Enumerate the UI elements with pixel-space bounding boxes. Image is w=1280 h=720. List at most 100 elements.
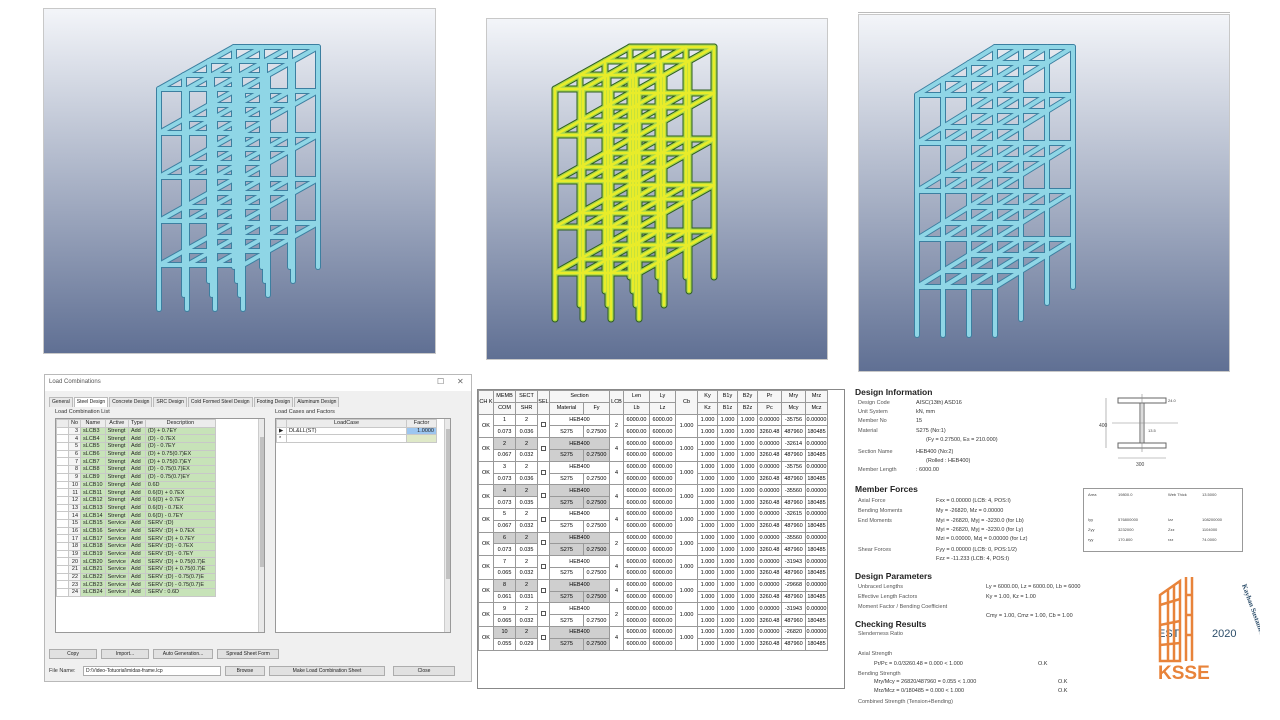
steel-pc-cell[interactable]: 3260.48 [757,637,782,651]
steel-b2z-cell[interactable]: 1.000 [737,425,758,439]
import-button[interactable]: Import... [101,649,149,659]
type-cell[interactable]: Add [127,426,146,436]
description-cell[interactable]: SERV :(D) - 0.7EX [144,542,216,551]
type-cell[interactable]: Add [127,557,146,567]
steel-mcz-cell[interactable]: 180485 [805,614,828,627]
steel-b2y-cell[interactable]: 1.000 [737,484,758,498]
steel-fy-cell[interactable]: 0.27500 [583,590,610,604]
steel-material-cell[interactable]: S275 [549,614,584,627]
steel-com-cell[interactable]: 0.065 [493,614,516,627]
steel-mry-cell[interactable]: -35560 [781,484,806,498]
steel-ky-cell[interactable]: 1.000 [697,484,718,498]
steel-lb-cell[interactable]: 6000.00 [623,425,650,439]
steel-row-sub[interactable]: 0.067 0.032 S275 0.27500 6000.00 6000.00 1.000… [479,519,828,533]
tab-concrete-design[interactable]: Concrete Design [109,397,153,407]
steel-pr-cell[interactable]: 0.00000 [757,507,782,521]
combination-row[interactable]: 11 sLCB11 Strengt Add 0.6(D) + 0.7EX [56,488,216,497]
steel-mrz-cell[interactable]: 0.00000 [805,437,828,450]
type-cell[interactable]: Add [127,465,146,474]
type-cell[interactable]: Add [127,457,146,467]
frame-model-view-2[interactable] [486,18,828,360]
no-cell[interactable]: 5 [67,442,82,451]
steel-b2z-cell[interactable]: 1.000 [737,637,758,651]
steel-cb-cell[interactable]: 1.000 [675,507,698,533]
steel-mcz-cell[interactable]: 180485 [805,519,828,533]
steel-lcb-cell[interactable]: 4 [609,578,624,604]
row-header[interactable] [56,457,69,467]
frame-model-view-3[interactable] [858,14,1230,372]
steel-fy-cell[interactable]: 0.27500 [583,614,610,627]
grid-scroll-thumb[interactable] [260,437,264,567]
steel-pr-cell[interactable]: 0.00000 [757,625,782,639]
steel-lb-cell[interactable]: 6000.00 [623,496,650,509]
active-cell[interactable]: Strengt [104,457,129,467]
row-header[interactable] [56,495,69,505]
steel-b1y-cell[interactable]: 1.000 [717,531,738,545]
steel-memb-cell[interactable]: 3 [493,460,516,474]
active-cell[interactable]: Strengt [104,434,129,444]
steel-lcb-cell[interactable]: 4 [609,625,624,651]
type-cell[interactable]: Add [127,472,146,482]
steel-mcz-cell[interactable]: 180485 [805,425,828,439]
close-icon[interactable]: ✕ [457,377,464,386]
name-cell[interactable]: sLCB4 [80,434,106,444]
no-cell[interactable]: 15 [67,518,82,528]
steel-b1z-cell[interactable]: 1.000 [717,590,738,604]
steel-ly-cell[interactable]: 6000.00 [649,602,676,616]
no-cell[interactable]: 20 [67,557,82,567]
steel-sect-cell[interactable]: 2 [515,413,538,427]
steel-pc-cell[interactable]: 3260.48 [757,590,782,604]
combination-row[interactable]: 14 sLCB14 Strengt Add 0.6(D) - 0.7EY [56,511,216,520]
steel-mcy-cell[interactable]: 487960 [781,637,806,651]
steel-pr-cell[interactable]: 0.00000 [757,437,782,450]
combination-row[interactable]: 19 sLCB19 Service Add SERV :(D) - 0.7EY [56,549,216,559]
name-cell[interactable]: sLCB18 [80,542,106,551]
active-cell[interactable]: Strengt [104,465,129,474]
steel-row[interactable]: OK 4 2 HEB400 4 6000.00 6000.00 1.000 1.000 1.000… [478,484,828,509]
steel-lcb-cell[interactable]: 4 [609,437,624,462]
steel-b2z-cell[interactable]: 1.000 [737,472,758,486]
steel-len-cell[interactable]: 6000.00 [623,602,650,616]
tab-aluminum[interactable]: Aluminum Design [294,397,340,407]
col-factor[interactable]: Factor [406,419,437,428]
steel-shr-cell[interactable]: 0.032 [515,614,538,627]
steel-lcb-cell[interactable]: 4 [609,555,624,580]
steel-b2z-cell[interactable]: 1.000 [737,496,758,509]
steel-pr-cell[interactable]: 0.00000 [757,555,782,568]
steel-sect-cell[interactable]: 2 [515,602,538,616]
row-header[interactable] [56,565,69,574]
steel-row[interactable]: OK 3 2 HEB400 4 6000.00 6000.00 1.000 1.000 1.000… [478,460,828,486]
description-cell[interactable]: SERV :(D) + 0.75(0.7)E [144,565,216,574]
steel-cb-cell[interactable]: 1.000 [675,460,698,486]
name-cell[interactable]: sLCB9 [80,472,106,482]
steel-sect-cell[interactable]: 2 [515,437,538,450]
name-cell[interactable]: sLCB5 [80,442,106,451]
steel-fy-cell[interactable]: 0.27500 [583,425,610,439]
select-checkbox[interactable] [537,578,550,604]
steel-b1y-cell[interactable]: 1.000 [717,625,738,639]
steel-len-cell[interactable]: 6000.00 [623,484,650,498]
col-name[interactable]: Name [80,419,106,428]
steel-cb-cell[interactable]: 1.000 [675,531,698,557]
no-cell[interactable]: 16 [67,526,82,536]
row-header[interactable] [56,580,69,590]
frame-model-view-1[interactable] [43,8,436,354]
steel-lz-cell[interactable]: 6000.00 [649,543,676,557]
steel-lz-cell[interactable]: 6000.00 [649,590,676,604]
steel-chk-cell[interactable]: OK [478,625,494,651]
case-scrollbar[interactable] [444,419,450,632]
active-cell[interactable]: Strengt [104,480,129,490]
spreadsheet-button[interactable]: Spread Sheet Form [217,649,279,659]
combination-row[interactable]: 7 sLCB7 Strengt Add (D) + 0.75(0.7)EY [56,457,216,467]
description-cell[interactable]: (D) - 0.75(0.7)EY [144,472,216,482]
no-cell[interactable]: 22 [67,572,82,582]
steel-pr-cell[interactable]: 0.00000 [757,460,782,474]
steel-memb-cell[interactable]: 8 [493,578,516,592]
steel-len-cell[interactable]: 6000.00 [623,460,650,474]
name-cell[interactable]: sLCB22 [80,572,106,582]
steel-len-cell[interactable]: 6000.00 [623,507,650,521]
name-cell[interactable]: sLCB20 [80,557,106,567]
steel-lcb-cell[interactable]: 2 [609,413,624,439]
tab-footing[interactable]: Footing Design [253,397,294,407]
steel-ky-cell[interactable]: 1.000 [697,555,718,568]
